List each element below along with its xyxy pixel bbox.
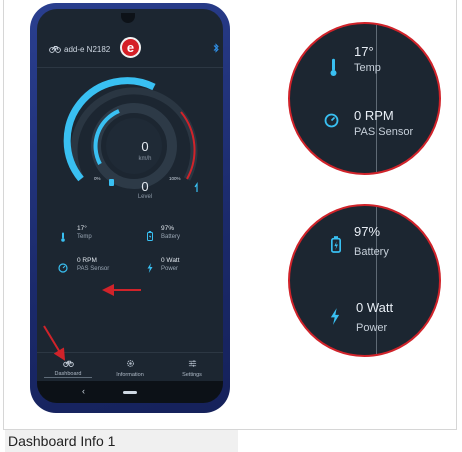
zoom-battery-value: 97% [354,224,381,239]
screen-seam [376,24,377,173]
figure: add-e N2182 e 0% 100% 0 km/h 0 Level 17°… [0,0,462,452]
zoom-pas-value: 0 RPM [354,108,394,123]
arrow-to-dashboard-tab [43,325,66,361]
zoom-power-label: Power [356,322,388,334]
figure-caption: Dashboard Info 1 [8,433,116,449]
zoom-temp-value: 17° [354,44,374,59]
lightning-icon [330,308,340,330]
speedometer-icon [324,113,339,133]
zoom-power-value: 0 Watt [356,300,394,315]
zoom-temp-label: Temp [354,62,381,74]
battery-icon [331,236,341,258]
zoom-circle-top: 17° Temp 0 RPM PAS Sensor [288,22,441,175]
zoom-battery-label: Battery [354,246,389,258]
thermometer-icon [329,58,338,81]
zoom-pas-label: PAS Sensor [354,126,414,138]
zoom-circle-bottom: 97% Battery 0 Watt Power [288,204,441,357]
